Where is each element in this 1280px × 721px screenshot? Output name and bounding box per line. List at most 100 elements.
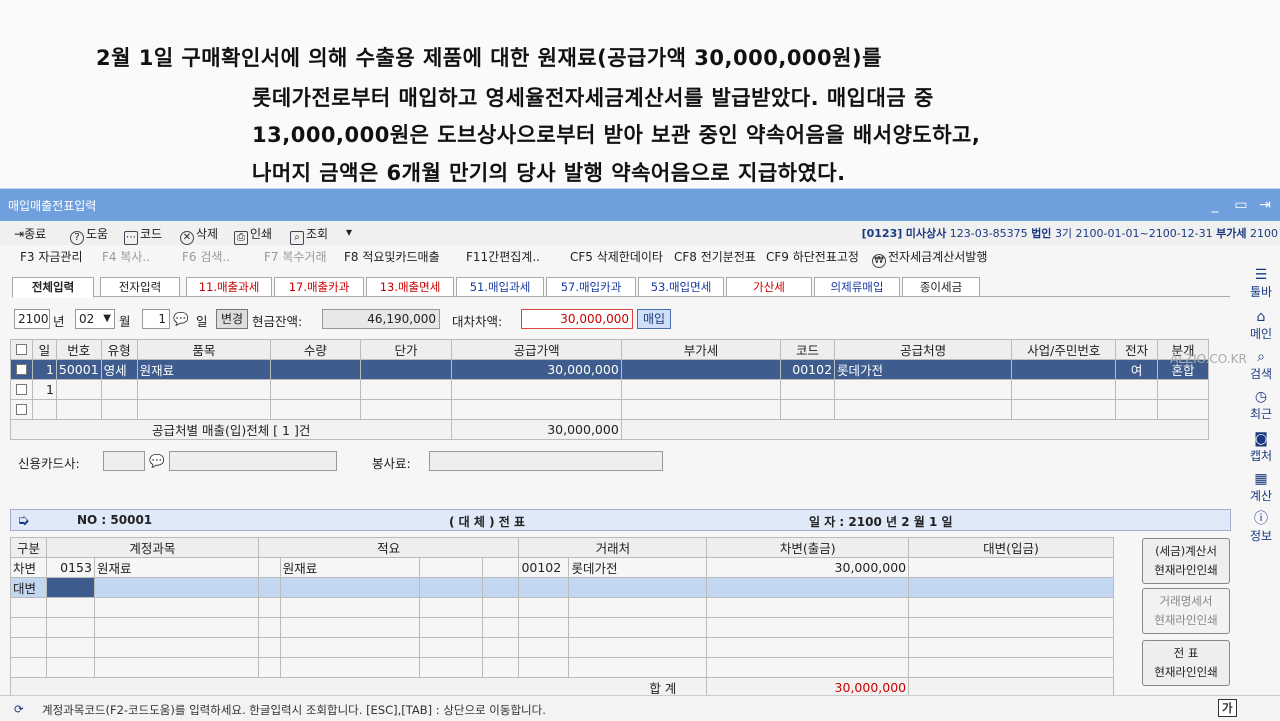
service-fee-field[interactable] xyxy=(429,451,663,471)
tab-deemed[interactable]: 의제류매입 xyxy=(814,277,900,297)
close-button[interactable]: ⇥종료 xyxy=(14,225,46,242)
cell-number[interactable] xyxy=(55,399,102,420)
cell-vendor[interactable] xyxy=(834,399,1013,420)
cell-memo-extra2[interactable] xyxy=(481,577,520,598)
cell-memo-extra2[interactable] xyxy=(481,637,520,658)
cell-account-name[interactable] xyxy=(93,597,259,618)
cell-vendor-code[interactable]: 00102 xyxy=(518,557,570,578)
cell-account-code[interactable] xyxy=(45,577,95,598)
table-row[interactable] xyxy=(10,399,1209,420)
journal-row[interactable] xyxy=(10,597,1114,618)
cell-number[interactable] xyxy=(55,379,102,400)
cell-debit[interactable] xyxy=(706,657,910,678)
cell-debit[interactable] xyxy=(706,637,910,658)
cell-memo[interactable] xyxy=(279,637,420,658)
tab-penalty[interactable]: 가산세 xyxy=(726,277,812,297)
card-code-field[interactable] xyxy=(103,451,145,471)
cell-type[interactable] xyxy=(100,399,138,420)
cell-account-name[interactable]: 원재료 xyxy=(93,557,259,578)
cell-vendor[interactable] xyxy=(834,379,1013,400)
card-name-field[interactable] xyxy=(169,451,337,471)
cell-division[interactable]: 차변 xyxy=(10,557,47,578)
tab-purchase-card[interactable]: 57.매입카과 xyxy=(546,277,636,297)
sidebar-item-toolbar[interactable]: ☰ 툴바 xyxy=(1242,267,1280,300)
cell-bizno[interactable] xyxy=(1011,399,1117,420)
cell-memo[interactable]: 원재료 xyxy=(279,557,420,578)
cell-credit[interactable] xyxy=(908,637,1114,658)
cell-vendor-code[interactable] xyxy=(518,577,570,598)
cell-account-name[interactable] xyxy=(93,577,259,598)
cell-vat[interactable] xyxy=(620,379,782,400)
tab-sales-taxable[interactable]: 11.매출과세 xyxy=(186,277,272,297)
day-code-icon[interactable]: 💬 xyxy=(173,311,189,327)
cell-memo-extra[interactable] xyxy=(418,577,483,598)
day-field[interactable]: 1 xyxy=(142,309,170,329)
table-row[interactable]: 1 xyxy=(10,379,1209,400)
cell-vendor-code[interactable] xyxy=(518,637,570,658)
cell-memo-code[interactable] xyxy=(257,577,281,598)
journal-row[interactable] xyxy=(10,637,1114,658)
cell-memo-extra2[interactable] xyxy=(481,657,520,678)
tab-sales-card[interactable]: 17.매출카과 xyxy=(274,277,364,297)
cell-code[interactable]: 00102 xyxy=(780,359,836,380)
cell-division[interactable] xyxy=(10,637,47,658)
cell-account-name[interactable] xyxy=(93,657,259,678)
f11-summary-button[interactable]: F11간편집계.. xyxy=(466,248,540,265)
cell-memo-code[interactable] xyxy=(257,637,281,658)
f4-copy-button[interactable]: F4 복사.. xyxy=(102,248,150,265)
journal-row[interactable] xyxy=(10,617,1114,638)
cell-memo-extra[interactable] xyxy=(418,597,483,618)
cell-memo[interactable] xyxy=(279,597,420,618)
tab-paper-tax[interactable]: 종이세금 xyxy=(902,277,980,297)
cell-account-code[interactable] xyxy=(45,617,95,638)
cell-day[interactable]: 1 xyxy=(31,359,57,380)
cell-division[interactable] xyxy=(10,597,47,618)
table-row[interactable]: 1 50001 영세 원재료 30,000,000 00102 롯데가전 여 혼… xyxy=(10,359,1209,380)
cell-debit[interactable] xyxy=(706,577,910,598)
cell-vendor-name[interactable]: 롯데가전 xyxy=(568,557,708,578)
cell-memo-extra[interactable] xyxy=(418,557,483,578)
cell-memo-code[interactable] xyxy=(257,597,281,618)
cf9-fix-button[interactable]: CF9 하단전표고정 xyxy=(766,248,859,265)
code-button[interactable]: ⋯ 코드 xyxy=(124,225,162,245)
cell-memo[interactable] xyxy=(279,577,420,598)
f8-memo-button[interactable]: F8 적요및카드매출 xyxy=(344,248,440,265)
cell-memo-extra2[interactable] xyxy=(481,557,520,578)
cell-vat[interactable] xyxy=(620,399,782,420)
cell-memo-extra[interactable] xyxy=(418,637,483,658)
print-tax-invoice-button[interactable]: (세금)계산서 현재라인인쇄 xyxy=(1142,538,1230,584)
exit-icon[interactable]: ⇥ xyxy=(1256,197,1274,213)
cell-amount[interactable] xyxy=(451,399,622,420)
cell-account-name[interactable] xyxy=(93,617,259,638)
cell-journal[interactable] xyxy=(1157,379,1209,400)
cell-debit[interactable] xyxy=(706,597,910,618)
cell-memo-code[interactable] xyxy=(257,557,281,578)
select-all-checkbox[interactable] xyxy=(10,339,33,360)
sidebar-item-recent[interactable]: ◷ 최근 xyxy=(1242,389,1280,422)
journal-row[interactable] xyxy=(10,657,1114,678)
etax-issue-button[interactable]: ₩ 전자세금계산서발행 xyxy=(872,248,987,268)
cell-division[interactable] xyxy=(10,617,47,638)
cell-vendor-code[interactable] xyxy=(518,657,570,678)
journal-row[interactable]: 차변 0153 원재료 원재료 00102 롯데가전 30,000,000 xyxy=(10,557,1114,578)
cell-number[interactable]: 50001 xyxy=(55,359,102,380)
ime-indicator[interactable]: 가 xyxy=(1218,699,1237,717)
row-checkbox[interactable] xyxy=(10,399,33,420)
cell-bizno[interactable] xyxy=(1011,379,1117,400)
cell-account-code[interactable]: 0153 xyxy=(45,557,95,578)
purchase-mode-button[interactable]: 매입 xyxy=(637,309,671,329)
maximize-icon[interactable]: ▭ xyxy=(1232,197,1250,213)
f7-multi-button[interactable]: F7 복수거래 xyxy=(264,248,327,265)
print-voucher-button[interactable]: 전 표 현재라인인쇄 xyxy=(1142,640,1230,686)
tab-purchase-exempt[interactable]: 53.매입면세 xyxy=(638,277,724,297)
cell-credit[interactable] xyxy=(908,597,1114,618)
search-button[interactable]: ⌕ 조회 xyxy=(290,225,328,245)
cell-vendor-code[interactable] xyxy=(518,597,570,618)
change-button[interactable]: 변경 xyxy=(216,309,248,329)
sidebar-item-main[interactable]: ⌂ 메인 xyxy=(1242,309,1280,342)
cell-bizno[interactable] xyxy=(1011,359,1117,380)
cell-amount[interactable] xyxy=(451,379,622,400)
tab-purchase-taxable[interactable]: 51.매입과세 xyxy=(456,277,544,297)
cf8-prior-button[interactable]: CF8 전기분전표 xyxy=(674,248,756,265)
cell-account-name[interactable] xyxy=(93,637,259,658)
